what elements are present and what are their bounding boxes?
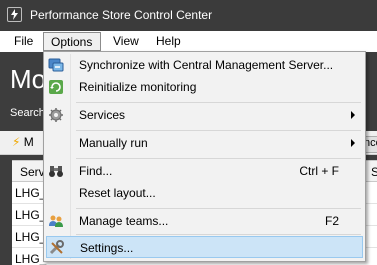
gear-icon xyxy=(48,107,64,123)
refresh-icon xyxy=(48,79,64,95)
submenu-arrow-icon xyxy=(351,139,355,147)
menu-options[interactable]: Options xyxy=(43,32,101,51)
menu-item-label: Services xyxy=(79,108,126,122)
menu-item-settings[interactable]: Settings... xyxy=(46,236,363,258)
app-icon[interactable] xyxy=(7,7,22,22)
binoculars-icon xyxy=(48,163,64,179)
menu-bar: File Options View Help xyxy=(0,31,377,52)
menu-separator xyxy=(76,130,361,131)
menu-item-find[interactable]: Find... Ctrl + F xyxy=(46,160,363,182)
column-header-server[interactable]: Serv xyxy=(20,165,45,179)
menu-item-shortcut: F2 xyxy=(324,214,339,228)
page-title: Mo xyxy=(10,64,47,94)
submenu-arrow-icon xyxy=(351,111,355,119)
search-label: Search xyxy=(10,107,45,119)
toolbar-monitor-button[interactable]: ⚡ M xyxy=(12,135,34,149)
menu-item-label: Synchronize with Central Management Serv… xyxy=(79,58,334,72)
row-server-name: LHG_ xyxy=(15,252,47,265)
menu-help[interactable]: Help xyxy=(149,32,188,51)
row-server-name: LHG_ xyxy=(15,208,47,222)
row-server-name: LHG_ xyxy=(15,186,47,200)
title-bar: Performance Store Control Center xyxy=(0,0,377,31)
menu-view[interactable]: View xyxy=(106,32,146,51)
menu-item-reset-layout[interactable]: Reset layout... xyxy=(46,182,363,204)
menu-separator xyxy=(76,102,361,103)
menu-separator xyxy=(76,158,361,159)
sync-icon xyxy=(48,57,64,73)
row-server-name: LHG_ xyxy=(15,230,47,244)
settings-icon xyxy=(49,240,65,256)
team-icon xyxy=(48,213,64,229)
menu-file[interactable]: File xyxy=(7,32,40,51)
column-header-s[interactable]: S xyxy=(371,165,377,179)
menu-item-label: Manage teams... xyxy=(79,214,169,228)
menu-item-label: Reinitialize monitoring xyxy=(79,80,197,94)
toolbar-monitor-label: M xyxy=(23,135,34,149)
options-menu: Synchronize with Central Management Serv… xyxy=(43,51,366,262)
menu-item-manage-teams[interactable]: Manage teams... F2 xyxy=(46,210,363,232)
menu-separator xyxy=(76,208,361,209)
menu-item-synchronize[interactable]: Synchronize with Central Management Serv… xyxy=(46,54,363,76)
window-title: Performance Store Control Center xyxy=(30,8,213,22)
menu-item-label: Manually run xyxy=(79,136,148,150)
menu-item-label: Settings... xyxy=(80,241,134,255)
menu-item-services[interactable]: Services xyxy=(46,104,363,126)
menu-item-manually-run[interactable]: Manually run xyxy=(46,132,363,154)
menu-item-label: Find... xyxy=(79,164,113,178)
menu-item-reinitialize[interactable]: Reinitialize monitoring xyxy=(46,76,363,98)
bolt-icon: ⚡ xyxy=(12,135,21,149)
menu-item-shortcut: Ctrl + F xyxy=(299,164,339,178)
menu-item-label: Reset layout... xyxy=(79,186,156,200)
menu-separator xyxy=(76,234,361,235)
